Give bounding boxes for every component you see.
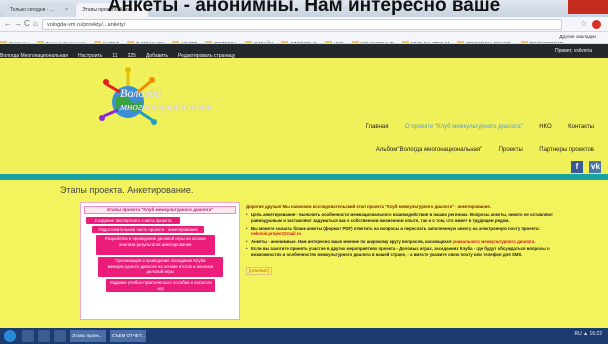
taskbar-window-1[interactable]: Этапы проек... xyxy=(70,330,106,342)
stage-item: Разработка и проведение деловой игры на … xyxy=(96,235,215,256)
menu-item-album[interactable]: Альбом"Вологда многонациональная" xyxy=(376,147,482,153)
media-icon[interactable] xyxy=(54,330,66,342)
overlay-caption: Анкеты - анонимны. Нам интересно ваше xyxy=(107,0,501,16)
logo-title-line2: многонациональная xyxy=(120,101,213,113)
wp-user-greeting[interactable]: Привет, vsilveria xyxy=(555,44,592,58)
start-button[interactable] xyxy=(4,330,16,342)
page-content: Этапы проекта. Анкетирование. Этапы прое… xyxy=(0,180,608,328)
taskbar-window-2[interactable]: СЪЕМ ОТЧЕТ... xyxy=(110,330,146,342)
menu-item-projects[interactable]: Проекты xyxy=(499,147,523,153)
other-bookmarks[interactable]: Другие закладки xyxy=(559,32,596,43)
forward-icon[interactable]: → xyxy=(14,19,22,28)
menu-item-about[interactable]: О проекте "Клуб межкультурного диалога" xyxy=(405,124,523,130)
stages-title: Этапы проекта "Клуб межкультурного диало… xyxy=(84,206,236,214)
extension-icon[interactable] xyxy=(592,20,601,29)
project-stages-image: Этапы проекта "Клуб межкультурного диало… xyxy=(80,202,240,320)
site-page: Вологда многонациональная Главная О прое… xyxy=(0,58,608,328)
folder-icon[interactable] xyxy=(22,330,34,342)
facebook-icon[interactable]: f xyxy=(571,161,583,173)
home-icon[interactable]: ⌂ xyxy=(33,19,38,28)
highlight-text: уникального межкультурного диалога. xyxy=(452,238,536,244)
intro-paragraph: Дорогие друзья! Мы начинаем исследовател… xyxy=(246,204,491,209)
list-item: Если вы захотите принять участие в други… xyxy=(246,246,568,257)
menu-item-home[interactable]: Главная xyxy=(366,124,389,130)
stage-item: Издание учебно-практического пособия и к… xyxy=(106,279,216,292)
list-item: Анкеты - анонимные. Нам интересно ваше м… xyxy=(246,238,568,245)
browser-icon[interactable] xyxy=(38,330,50,342)
reload-icon[interactable]: C xyxy=(24,19,30,28)
stage-item: Организация и проведение Заседания Клуба… xyxy=(98,257,223,278)
menu-item-nko[interactable]: НКО xyxy=(539,124,551,130)
bookmark-star-icon[interactable]: ☆ xyxy=(580,19,587,28)
stage-item: Подготовительная часть проекта - анкетир… xyxy=(92,226,205,234)
logo-title-line1: Вологда xyxy=(120,86,162,100)
article-text: Дорогие друзья! Мы начинаем исследовател… xyxy=(246,204,568,275)
main-menu: Главная О проекте "Клуб межкультурного д… xyxy=(0,115,594,133)
read-more-link[interactable]: [отвечает] xyxy=(246,267,272,275)
page-title: Этапы проекта. Анкетирование. xyxy=(60,185,194,195)
windows-taskbar: Этапы проек... СЪЕМ ОТЧЕТ... RU ▲ 16:22 xyxy=(0,328,608,344)
menu-item-partners[interactable]: Партнеры проектов xyxy=(539,147,594,153)
vk-icon[interactable]: vk xyxy=(589,161,602,173)
secondary-menu: Альбом"Вологда многонациональная" Проект… xyxy=(0,138,594,156)
menu-item-contacts[interactable]: Контакты xyxy=(568,124,594,130)
social-links: f vk xyxy=(569,156,602,174)
url-input[interactable]: vologda-vm.ru/proekty/...ankety/ xyxy=(42,19,562,30)
bookmarks-bar: СервисыТема в ИнтернетеБАРЕЛЯ.КОМАНДУАВИ… xyxy=(0,32,608,44)
stage-item: Создание Экспертного совета проекта xyxy=(86,217,181,225)
address-bar-row: ← → C ⌂ vologda-vm.ru/proekty/...ankety/… xyxy=(0,17,608,32)
email-link[interactable]: nekonie.project@mail.ru xyxy=(251,231,301,236)
bullet-list: Цель анкетирования - выяснить особенност… xyxy=(246,212,568,257)
wp-admin-bar: Вологда Многонациональная Настроить 11 225 Д… xyxy=(0,44,608,59)
site-header: Вологда многонациональная Главная О прое… xyxy=(0,58,608,196)
system-tray: RU ▲ 16:22 xyxy=(574,331,602,337)
list-item: Цель анкетирования - выяснить особенност… xyxy=(246,212,568,223)
list-item: Вы можете скачать бланк анкеты (формат P… xyxy=(246,226,568,237)
back-icon[interactable]: ← xyxy=(4,19,12,28)
